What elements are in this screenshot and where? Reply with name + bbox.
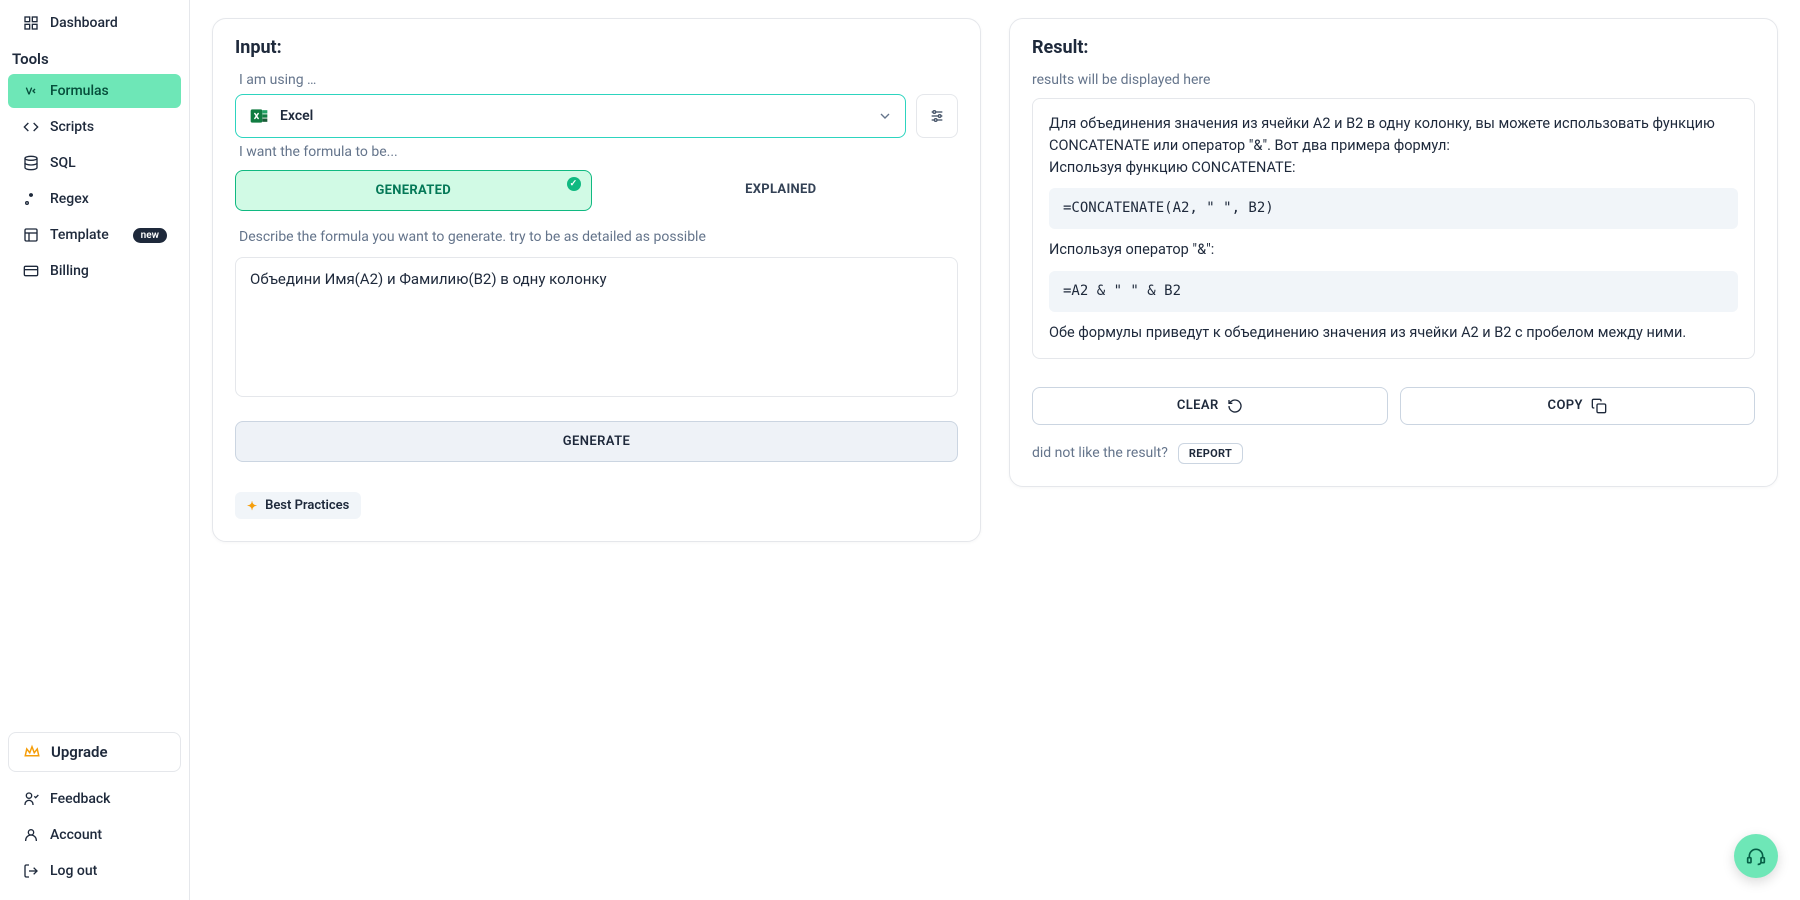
help-fab[interactable] bbox=[1734, 834, 1778, 878]
code-icon bbox=[22, 118, 40, 136]
result-code: =A2 & " " & B2 bbox=[1049, 271, 1738, 312]
regex-icon bbox=[22, 190, 40, 208]
main-content: Input: I am using … Excel I want the for… bbox=[190, 0, 1800, 900]
logout-icon bbox=[22, 862, 40, 880]
sidebar-item-label: Feedback bbox=[50, 791, 110, 807]
prompt-label: Describe the formula you want to generat… bbox=[239, 229, 958, 245]
dashboard-icon bbox=[22, 14, 40, 32]
feedback-icon bbox=[22, 790, 40, 808]
check-icon: ✓ bbox=[567, 177, 581, 191]
template-icon bbox=[22, 226, 40, 244]
best-practices-label: Best Practices bbox=[265, 498, 349, 513]
sidebar-item-label: Formulas bbox=[50, 83, 109, 99]
sidebar-item-regex[interactable]: Regex bbox=[8, 182, 181, 216]
sidebar-item-label: Billing bbox=[50, 263, 89, 279]
result-code: =CONCATENATE(A2, " ", B2) bbox=[1049, 188, 1738, 229]
sidebar-item-label: Log out bbox=[50, 863, 97, 879]
mode-generated[interactable]: GENERATED ✓ bbox=[235, 170, 592, 211]
database-icon bbox=[22, 154, 40, 172]
user-icon bbox=[22, 826, 40, 844]
sidebar-item-template[interactable]: Template new bbox=[8, 218, 181, 252]
sidebar-item-feedback[interactable]: Feedback bbox=[8, 782, 181, 816]
sidebar-item-sql[interactable]: SQL bbox=[8, 146, 181, 180]
result-text: Обе формулы приведут к объединению значе… bbox=[1049, 322, 1738, 344]
sidebar-item-label: Dashboard bbox=[50, 15, 118, 31]
clear-button[interactable]: CLEAR bbox=[1032, 387, 1388, 425]
sidebar-item-label: Template bbox=[50, 227, 109, 243]
copy-label: COPY bbox=[1548, 398, 1583, 413]
generate-label: GENERATE bbox=[563, 434, 630, 449]
copy-button[interactable]: COPY bbox=[1400, 387, 1756, 425]
tool-select-value: Excel bbox=[280, 108, 313, 124]
formula-icon bbox=[22, 82, 40, 100]
upgrade-label: Upgrade bbox=[51, 743, 108, 761]
result-text: Для объединения значения из ячейки A2 и … bbox=[1049, 113, 1738, 157]
sidebar-item-account[interactable]: Account bbox=[8, 818, 181, 852]
best-practices-chip[interactable]: ✦ Best Practices bbox=[235, 492, 361, 519]
sparkle-icon: ✦ bbox=[247, 499, 257, 513]
sidebar-section-tools: Tools bbox=[2, 42, 187, 72]
prompt-input[interactable] bbox=[235, 257, 958, 397]
tool-select[interactable]: Excel bbox=[235, 94, 906, 138]
report-button[interactable]: REPORT bbox=[1178, 443, 1243, 464]
sidebar-item-formulas[interactable]: Formulas bbox=[8, 74, 181, 108]
sidebar-item-label: Account bbox=[50, 827, 102, 843]
headset-icon bbox=[1746, 846, 1766, 866]
result-title: Result: bbox=[1032, 37, 1755, 58]
result-text: Используя функцию CONCATENATE: bbox=[1049, 157, 1738, 179]
result-placeholder: results will be displayed here bbox=[1032, 72, 1755, 88]
copy-icon bbox=[1591, 398, 1607, 414]
result-body: Для объединения значения из ячейки A2 и … bbox=[1032, 98, 1755, 359]
generate-button[interactable]: GENERATE bbox=[235, 421, 958, 462]
using-label: I am using … bbox=[239, 72, 958, 88]
result-panel: Result: results will be displayed here Д… bbox=[1009, 18, 1778, 487]
refresh-icon bbox=[1227, 398, 1243, 414]
sidebar-item-label: Regex bbox=[50, 191, 89, 207]
sidebar-item-scripts[interactable]: Scripts bbox=[8, 110, 181, 144]
settings-button[interactable] bbox=[916, 94, 958, 138]
sidebar-item-logout[interactable]: Log out bbox=[8, 854, 181, 888]
sliders-icon bbox=[929, 108, 945, 124]
chevron-down-icon bbox=[877, 108, 893, 124]
clear-label: CLEAR bbox=[1177, 398, 1219, 413]
sidebar-item-billing[interactable]: Billing bbox=[8, 254, 181, 288]
mode-explained-label: EXPLAINED bbox=[745, 182, 816, 197]
excel-icon bbox=[248, 105, 270, 127]
card-icon bbox=[22, 262, 40, 280]
sidebar-item-dashboard[interactable]: Dashboard bbox=[8, 6, 181, 40]
new-badge: new bbox=[133, 228, 167, 243]
input-panel: Input: I am using … Excel I want the for… bbox=[212, 18, 981, 542]
sidebar-item-label: Scripts bbox=[50, 119, 94, 135]
crown-icon bbox=[23, 743, 41, 761]
mode-explained[interactable]: EXPLAINED bbox=[604, 170, 959, 211]
dislike-text: did not like the result? bbox=[1032, 445, 1168, 461]
result-text: Используя оператор "&": bbox=[1049, 239, 1738, 261]
input-title: Input: bbox=[235, 37, 958, 58]
sidebar-item-label: SQL bbox=[50, 155, 76, 171]
upgrade-button[interactable]: Upgrade bbox=[8, 732, 181, 772]
sidebar: Dashboard Tools Formulas Scripts SQL bbox=[0, 0, 190, 900]
mode-generated-label: GENERATED bbox=[376, 183, 451, 198]
mode-label: I want the formula to be... bbox=[239, 144, 958, 160]
